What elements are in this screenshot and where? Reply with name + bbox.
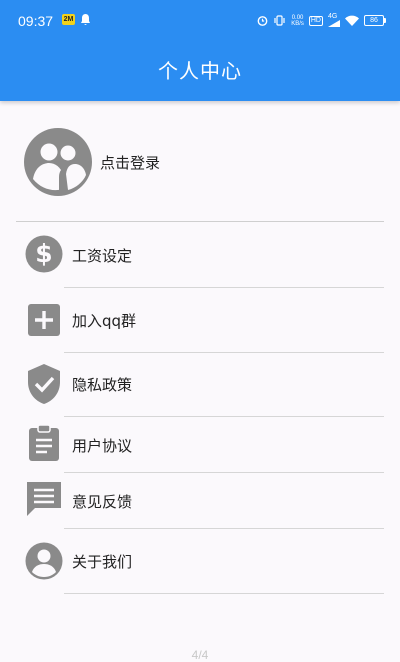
- menu-label-user-agreement: 用户协议: [72, 437, 133, 455]
- add-box-icon: [28, 304, 60, 336]
- page-indicator: 4/4: [191, 648, 209, 662]
- notification-icon: [81, 14, 90, 25]
- hd-icon: HD: [308, 15, 323, 26]
- menu-divider: [64, 593, 384, 594]
- status-time: 09:37: [18, 13, 54, 29]
- vibrate-icon: [274, 15, 285, 26]
- feedback-chat-icon: [27, 482, 61, 516]
- app-badge-icon: 2M: [62, 14, 75, 25]
- menu-item-salary-settings[interactable]: $ 工资设定: [0, 222, 400, 288]
- clipboard-icon: [29, 424, 59, 461]
- menu-label-about-us: 关于我们: [72, 553, 133, 571]
- group-avatar-icon: [24, 128, 92, 196]
- battery-icon: 86: [364, 15, 386, 26]
- account-circle-icon: [25, 542, 63, 580]
- menu-item-about-us[interactable]: 关于我们: [0, 529, 400, 593]
- shield-check-icon: [28, 364, 60, 404]
- alarm-icon: [257, 16, 268, 26]
- login-label: 点击登录: [100, 154, 161, 172]
- menu-label-feedback: 意见反馈: [72, 493, 133, 511]
- dollar-circle-icon: $: [25, 235, 63, 273]
- wifi-icon: [345, 15, 359, 26]
- menu-item-join-qq-group[interactable]: 加入qq群: [0, 288, 400, 352]
- svg-text:$: $: [35, 239, 52, 268]
- menu-label-salary-settings: 工资设定: [72, 247, 133, 265]
- menu-item-feedback[interactable]: 意见反馈: [0, 473, 400, 528]
- menu-label-privacy-policy: 隐私政策: [72, 376, 133, 394]
- page-title: 个人中心: [158, 59, 242, 83]
- menu-item-privacy-policy[interactable]: 隐私政策: [0, 353, 400, 416]
- app-bar: 09:37 2M 0.00 KB/s HD 4G 86 个人中心: [0, 0, 400, 101]
- menu-item-user-agreement[interactable]: 用户协议: [0, 417, 400, 472]
- signal-icon: [328, 20, 340, 27]
- menu-label-join-qq-group: 加入qq群: [72, 312, 137, 330]
- profile-login-row[interactable]: 点击登录: [0, 101, 400, 222]
- net-speed-unit: KB/s: [291, 20, 304, 27]
- status-bar: 09:37 2M 0.00 KB/s HD 4G 86: [0, 0, 400, 44]
